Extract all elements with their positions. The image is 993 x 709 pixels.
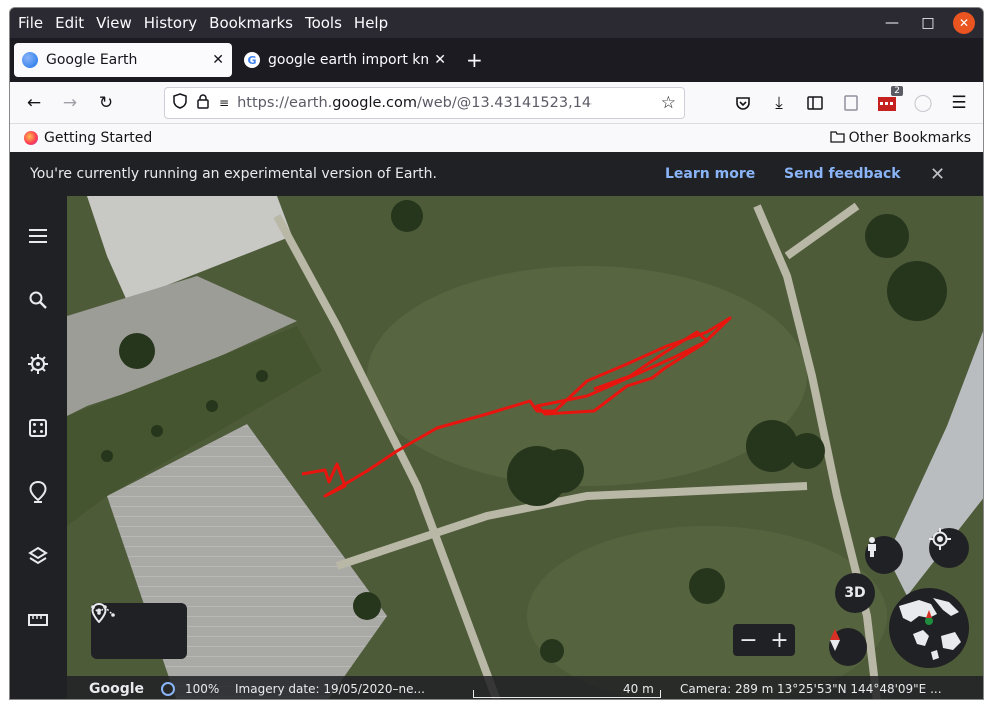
bookmark-getting-started[interactable]: Getting Started xyxy=(44,130,152,146)
bookmark-other[interactable]: Other Bookmarks xyxy=(849,130,971,146)
back-icon[interactable]: ← xyxy=(20,89,48,117)
left-rail xyxy=(10,196,67,699)
bookmark-star-icon[interactable]: ☆ xyxy=(661,93,676,113)
notice-message: You're currently running an experimental… xyxy=(30,166,437,182)
sidebar-icon[interactable] xyxy=(801,89,829,117)
tab-bar: Google Earth ✕ G google earth import kml… xyxy=(10,38,983,82)
close-window-button[interactable]: ✕ xyxy=(953,12,975,34)
imagery-date[interactable]: Imagery date: 19/05/2020–ne... xyxy=(235,682,425,696)
satellite-map[interactable]: 3D − + Google 100% Imagery date: 19/05/2… xyxy=(67,196,983,699)
close-tab-icon[interactable]: ✕ xyxy=(212,52,224,68)
reload-icon[interactable]: ↻ xyxy=(92,89,120,117)
menu-view[interactable]: View xyxy=(96,14,132,32)
navigation-bar: ← → ↻ ≡ https://earth. google.com/web/@13… xyxy=(10,82,983,124)
globe-overview-button[interactable] xyxy=(889,588,969,668)
extension-shield-icon[interactable]: ◯ xyxy=(909,89,937,117)
loading-ring-icon xyxy=(161,682,175,696)
permissions-icon[interactable]: ≡ xyxy=(219,96,229,110)
learn-more-link[interactable]: Learn more xyxy=(665,166,755,182)
zoom-in-button[interactable]: + xyxy=(770,628,788,653)
grass-patch xyxy=(367,266,807,486)
toggle-3d-button[interactable]: 3D xyxy=(835,573,875,613)
bookmarks-bar: Getting Started Other Bookmarks xyxy=(10,124,983,152)
feeling-lucky-dice-icon[interactable] xyxy=(24,414,52,442)
window-controls: — □ ✕ xyxy=(881,12,975,34)
my-location-button[interactable] xyxy=(929,528,969,568)
extension-calendar-icon[interactable]: 2 xyxy=(873,86,903,117)
url-domain: google.com xyxy=(332,95,417,111)
tab-search[interactable]: G google earth import kml ✕ xyxy=(236,43,454,77)
new-tab-button[interactable]: + xyxy=(466,48,483,72)
tab-google-earth[interactable]: Google Earth ✕ xyxy=(14,43,232,77)
map-style-layers-icon[interactable] xyxy=(24,542,52,570)
google-logo: Google xyxy=(89,680,145,697)
toggle-3d-label: 3D xyxy=(844,585,866,601)
tab-title: google earth import kml xyxy=(268,52,428,68)
url-bar[interactable]: ≡ https://earth. google.com/web/@13.43141… xyxy=(164,87,685,119)
url-prefix: https://earth. xyxy=(237,95,333,111)
url-path: /web/@13.43141523,144.80272 xyxy=(416,95,592,111)
app-menu-icon[interactable]: ☰ xyxy=(945,89,973,117)
maximize-button[interactable]: □ xyxy=(917,12,939,34)
extension-badge: 2 xyxy=(891,86,903,96)
draw-tools-panel xyxy=(91,603,187,659)
reader-icon[interactable] xyxy=(837,89,865,117)
menu-file[interactable]: File xyxy=(18,14,43,32)
earth-favicon-icon xyxy=(22,52,38,68)
pegman-street-view-button[interactable] xyxy=(865,536,903,574)
zoom-controls: − + xyxy=(733,624,795,656)
forward-icon[interactable]: → xyxy=(56,89,84,117)
pocket-icon[interactable] xyxy=(729,89,757,117)
projects-icon[interactable] xyxy=(24,478,52,506)
menu-bar: File Edit View History Bookmarks Tools H… xyxy=(10,8,983,38)
menu-help[interactable]: Help xyxy=(354,14,388,32)
minimize-button[interactable]: — xyxy=(881,12,903,34)
downloads-icon[interactable]: ⤓ xyxy=(765,89,793,117)
scale-label: 40 m xyxy=(623,681,654,696)
map-imagery xyxy=(67,196,983,699)
cursor-coordinates: 13°25'53"N 144°48'09"E ... xyxy=(777,681,942,696)
search-icon[interactable] xyxy=(24,286,52,314)
google-favicon-icon: G xyxy=(244,52,260,68)
menu-bookmarks[interactable]: Bookmarks xyxy=(209,14,293,32)
menu-icon[interactable] xyxy=(24,222,52,250)
folder-icon xyxy=(830,130,845,147)
zoom-out-button[interactable]: − xyxy=(739,628,757,653)
toolbar-right: ⤓ 2 ◯ ☰ xyxy=(729,86,973,117)
globe-icon xyxy=(890,589,968,667)
compass-button[interactable] xyxy=(829,628,867,666)
browser-window: File Edit View History Bookmarks Tools H… xyxy=(9,7,984,700)
map-status-bar: Google 100% Imagery date: 19/05/2020–ne.… xyxy=(67,676,983,699)
menu-tools[interactable]: Tools xyxy=(305,14,342,32)
send-feedback-link[interactable]: Send feedback xyxy=(784,166,901,182)
experimental-notice: You're currently running an experimental… xyxy=(10,152,983,196)
menu-edit[interactable]: Edit xyxy=(55,14,84,32)
compass-icon xyxy=(830,629,840,651)
tab-title: Google Earth xyxy=(46,52,138,68)
grass-patch xyxy=(527,526,887,699)
close-notice-icon[interactable]: ✕ xyxy=(930,164,945,185)
loading-progress: 100% xyxy=(185,681,220,696)
close-tab-icon[interactable]: ✕ xyxy=(434,52,446,68)
lock-icon[interactable] xyxy=(197,93,209,113)
voyager-icon[interactable] xyxy=(24,350,52,378)
firefox-icon xyxy=(24,131,38,145)
menu-history[interactable]: History xyxy=(144,14,197,32)
shield-icon[interactable] xyxy=(173,93,187,113)
measure-ruler-icon[interactable] xyxy=(24,606,52,634)
camera-altitude: Camera: 289 m xyxy=(680,681,774,696)
